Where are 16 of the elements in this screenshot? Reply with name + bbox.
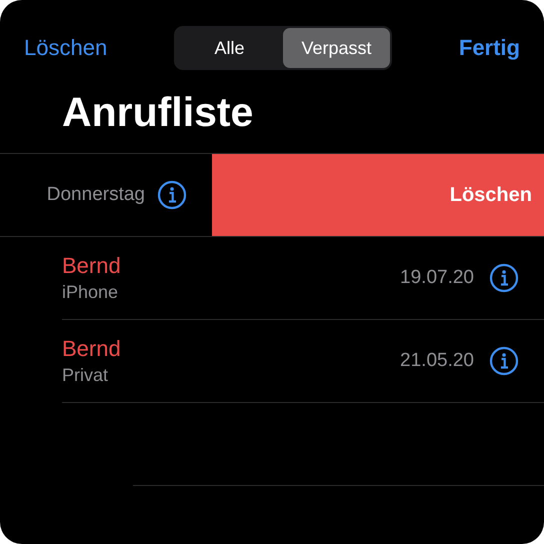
info-icon[interactable] <box>489 263 519 293</box>
call-type: iPhone <box>62 282 120 303</box>
call-date: 21.05.20 <box>400 350 474 372</box>
delete-button[interactable]: Löschen <box>24 35 108 61</box>
call-date: 19.07.20 <box>400 267 474 289</box>
page-title: Anrufliste <box>62 88 254 137</box>
date-label: Donnerstag <box>46 184 145 206</box>
delete-action-button[interactable]: Löschen <box>212 154 544 236</box>
done-button[interactable]: Fertig <box>458 35 520 61</box>
info-icon[interactable] <box>157 180 187 210</box>
segment-tab[interactable]: Alle <box>176 28 284 68</box>
caller-name: Bernd <box>62 253 122 279</box>
info-icon[interactable] <box>489 346 519 376</box>
segment-tab[interactable]: Verpasst <box>283 28 390 68</box>
call-type: Privat <box>62 365 110 386</box>
caller-name: Bernd <box>62 336 122 362</box>
